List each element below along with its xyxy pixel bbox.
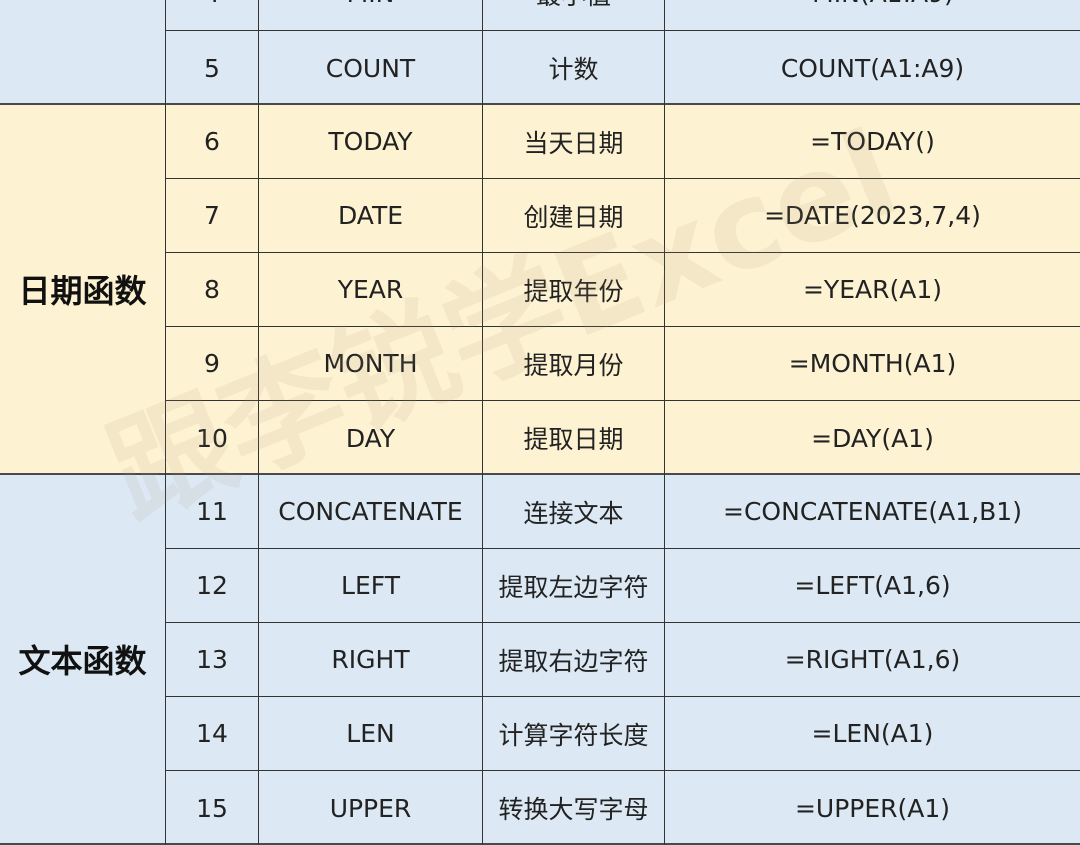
cell-no: 4 bbox=[165, 0, 258, 30]
cell-no: 5 bbox=[165, 31, 258, 105]
group-label: 文本函数 bbox=[18, 642, 147, 680]
cell-desc: 提取左边字符 bbox=[482, 549, 664, 622]
cell-formula: =DAY(A1) bbox=[664, 401, 1080, 475]
cell-desc: 提取月份 bbox=[482, 327, 664, 400]
cell-func: TODAY bbox=[258, 105, 482, 178]
cell-no: 12 bbox=[165, 549, 258, 622]
cell-no: 13 bbox=[165, 623, 258, 696]
cell-desc: 提取日期 bbox=[482, 401, 664, 475]
cell-no: 8 bbox=[165, 253, 258, 326]
cell-desc: 创建日期 bbox=[482, 179, 664, 252]
table-row: 6 TODAY 当天日期 =TODAY() bbox=[165, 105, 1080, 179]
table-row: 7 DATE 创建日期 =DATE(2023,7,4) bbox=[165, 179, 1080, 253]
function-group: 4MIN最小值=MIN(A1:A9)5COUNT计数COUNT(A1:A9) bbox=[0, 0, 1080, 105]
table-row: 8 YEAR 提取年份 =YEAR(A1) bbox=[165, 253, 1080, 327]
cell-no: 10 bbox=[165, 401, 258, 475]
cell-formula: =MONTH(A1) bbox=[664, 327, 1080, 400]
group-label bbox=[0, 0, 165, 103]
cell-func: MONTH bbox=[258, 327, 482, 400]
cell-formula: COUNT(A1:A9) bbox=[664, 31, 1080, 105]
function-group: 日期函数 6 TODAY 当天日期 =TODAY() 7 DATE 创建日期 =DATE(202… bbox=[0, 105, 1080, 475]
table-row: 13 RIGHT 提取右边字符 =RIGHT(A1,6) bbox=[165, 623, 1080, 697]
cell-func: RIGHT bbox=[258, 623, 482, 696]
cell-desc: 最小值 bbox=[482, 0, 664, 30]
cell-formula: =DATE(2023,7,4) bbox=[664, 179, 1080, 252]
table-row: 14 LEN 计算字符长度 =LEN(A1) bbox=[165, 697, 1080, 771]
cell-formula: =MIN(A1:A9) bbox=[664, 0, 1080, 30]
cell-func: LEN bbox=[258, 697, 482, 770]
table-row: 12 LEFT 提取左边字符 =LEFT(A1,6) bbox=[165, 549, 1080, 623]
cell-func: COUNT bbox=[258, 31, 482, 105]
cell-desc: 提取右边字符 bbox=[482, 623, 664, 696]
cell-func: CONCATENATE bbox=[258, 475, 482, 548]
function-group: 文本函数 11 CONCATENATE 连接文本 =CONCATENATE(A1,B1)… bbox=[0, 475, 1080, 845]
cell-formula: =CONCATENATE(A1,B1) bbox=[664, 475, 1080, 548]
table-row: 4MIN最小值=MIN(A1:A9) bbox=[165, 0, 1080, 31]
cell-formula: =UPPER(A1) bbox=[664, 771, 1080, 845]
cell-desc: 提取年份 bbox=[482, 253, 664, 326]
cell-desc: 连接文本 bbox=[482, 475, 664, 548]
cell-desc: 当天日期 bbox=[482, 105, 664, 178]
cell-formula: =LEFT(A1,6) bbox=[664, 549, 1080, 622]
cell-formula: =LEN(A1) bbox=[664, 697, 1080, 770]
table-row: 9 MONTH 提取月份 =MONTH(A1) bbox=[165, 327, 1080, 401]
cell-no: 6 bbox=[165, 105, 258, 178]
cell-func: LEFT bbox=[258, 549, 482, 622]
cell-desc: 计数 bbox=[482, 31, 664, 105]
table-row: 5 COUNT 计数 COUNT(A1:A9) bbox=[165, 31, 1080, 105]
table-row: 11 CONCATENATE 连接文本 =CONCATENATE(A1,B1) bbox=[165, 475, 1080, 549]
group-label: 日期函数 bbox=[18, 272, 147, 310]
cell-func: YEAR bbox=[258, 253, 482, 326]
cell-no: 15 bbox=[165, 771, 258, 845]
cell-func: DATE bbox=[258, 179, 482, 252]
cell-desc: 转换大写字母 bbox=[482, 771, 664, 845]
cell-no: 7 bbox=[165, 179, 258, 252]
cell-no: 14 bbox=[165, 697, 258, 770]
table-row: 15 UPPER 转换大写字母 =UPPER(A1) bbox=[165, 771, 1080, 845]
table-row: 10 DAY 提取日期 =DAY(A1) bbox=[165, 401, 1080, 475]
cell-func: UPPER bbox=[258, 771, 482, 845]
cell-formula: =TODAY() bbox=[664, 105, 1080, 178]
cell-desc: 计算字符长度 bbox=[482, 697, 664, 770]
cell-formula: =RIGHT(A1,6) bbox=[664, 623, 1080, 696]
cell-no: 11 bbox=[165, 475, 258, 548]
cell-formula: =YEAR(A1) bbox=[664, 253, 1080, 326]
cell-func: MIN bbox=[258, 0, 482, 30]
cell-no: 9 bbox=[165, 327, 258, 400]
cell-func: DAY bbox=[258, 401, 482, 475]
